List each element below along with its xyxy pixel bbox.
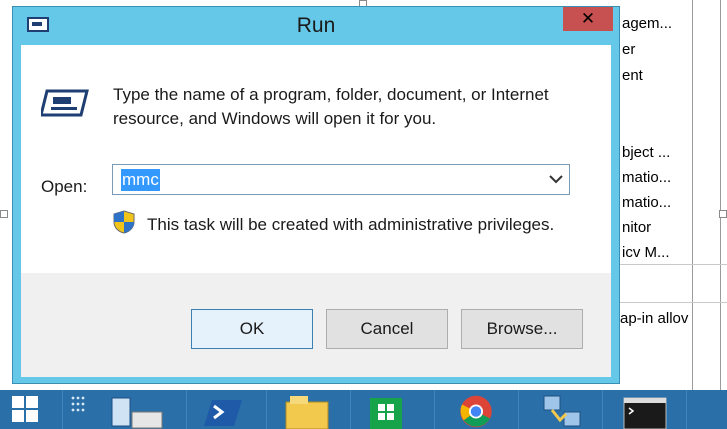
list-item[interactable]: ent: [622, 67, 643, 84]
powershell-icon: [204, 400, 242, 426]
run-program-icon: [41, 89, 89, 117]
close-button[interactable]: ✕: [563, 7, 613, 31]
network-icon: [543, 395, 581, 427]
grip-icon: [71, 396, 85, 412]
close-icon: ✕: [580, 9, 596, 29]
run-dialog: Run ✕ Type the name of a program, folder…: [12, 6, 620, 384]
open-label: Open:: [41, 177, 88, 196]
taskbar-store[interactable]: [350, 390, 435, 429]
title-bar[interactable]: Run ✕: [13, 7, 619, 45]
start-icon: [12, 396, 38, 422]
browse-button[interactable]: Browse...: [461, 309, 583, 349]
admin-note: This task will be created with administr…: [147, 215, 555, 234]
taskbar-powershell[interactable]: [186, 390, 267, 429]
server-manager-icon: [111, 397, 163, 429]
list-item[interactable]: matio...: [622, 169, 671, 186]
list-item[interactable]: ap-in allov: [620, 310, 688, 327]
store-icon: [370, 398, 402, 429]
button-bar: OK Cancel Browse...: [21, 273, 611, 377]
taskbar-server-manager[interactable]: [100, 390, 187, 429]
dialog-title: Run: [296, 14, 336, 37]
list-item[interactable]: icv M...: [622, 244, 670, 261]
list-item[interactable]: er: [622, 41, 635, 58]
taskbar-network[interactable]: [518, 390, 603, 429]
chevron-down-icon[interactable]: [549, 173, 563, 185]
taskbar-command-prompt[interactable]: [602, 390, 687, 429]
chrome-icon: [460, 395, 492, 428]
column-divider: [692, 0, 693, 390]
taskbar: [0, 390, 727, 429]
dialog-content: Type the name of a program, folder, docu…: [21, 45, 611, 377]
column-divider: [720, 0, 721, 390]
resize-handle[interactable]: [719, 210, 727, 218]
start-button[interactable]: [0, 390, 85, 429]
uac-shield-icon: [113, 210, 135, 234]
list-item[interactable]: bject ...: [622, 144, 670, 161]
file-explorer-icon: [285, 396, 329, 429]
list-item[interactable]: nitor: [622, 219, 651, 236]
resize-handle[interactable]: [0, 210, 8, 218]
list-item[interactable]: matio...: [622, 194, 671, 211]
open-combobox[interactable]: mmc: [112, 164, 570, 195]
list-item[interactable]: agem...: [622, 15, 672, 32]
taskbar-chrome[interactable]: [434, 390, 519, 429]
open-input[interactable]: mmc: [121, 169, 160, 191]
divider: [620, 264, 727, 265]
taskbar-file-explorer[interactable]: [266, 390, 351, 429]
command-prompt-icon: [623, 397, 667, 429]
dialog-description: Type the name of a program, folder, docu…: [113, 85, 549, 128]
cancel-button[interactable]: Cancel: [326, 309, 448, 349]
ok-button[interactable]: OK: [191, 309, 313, 349]
